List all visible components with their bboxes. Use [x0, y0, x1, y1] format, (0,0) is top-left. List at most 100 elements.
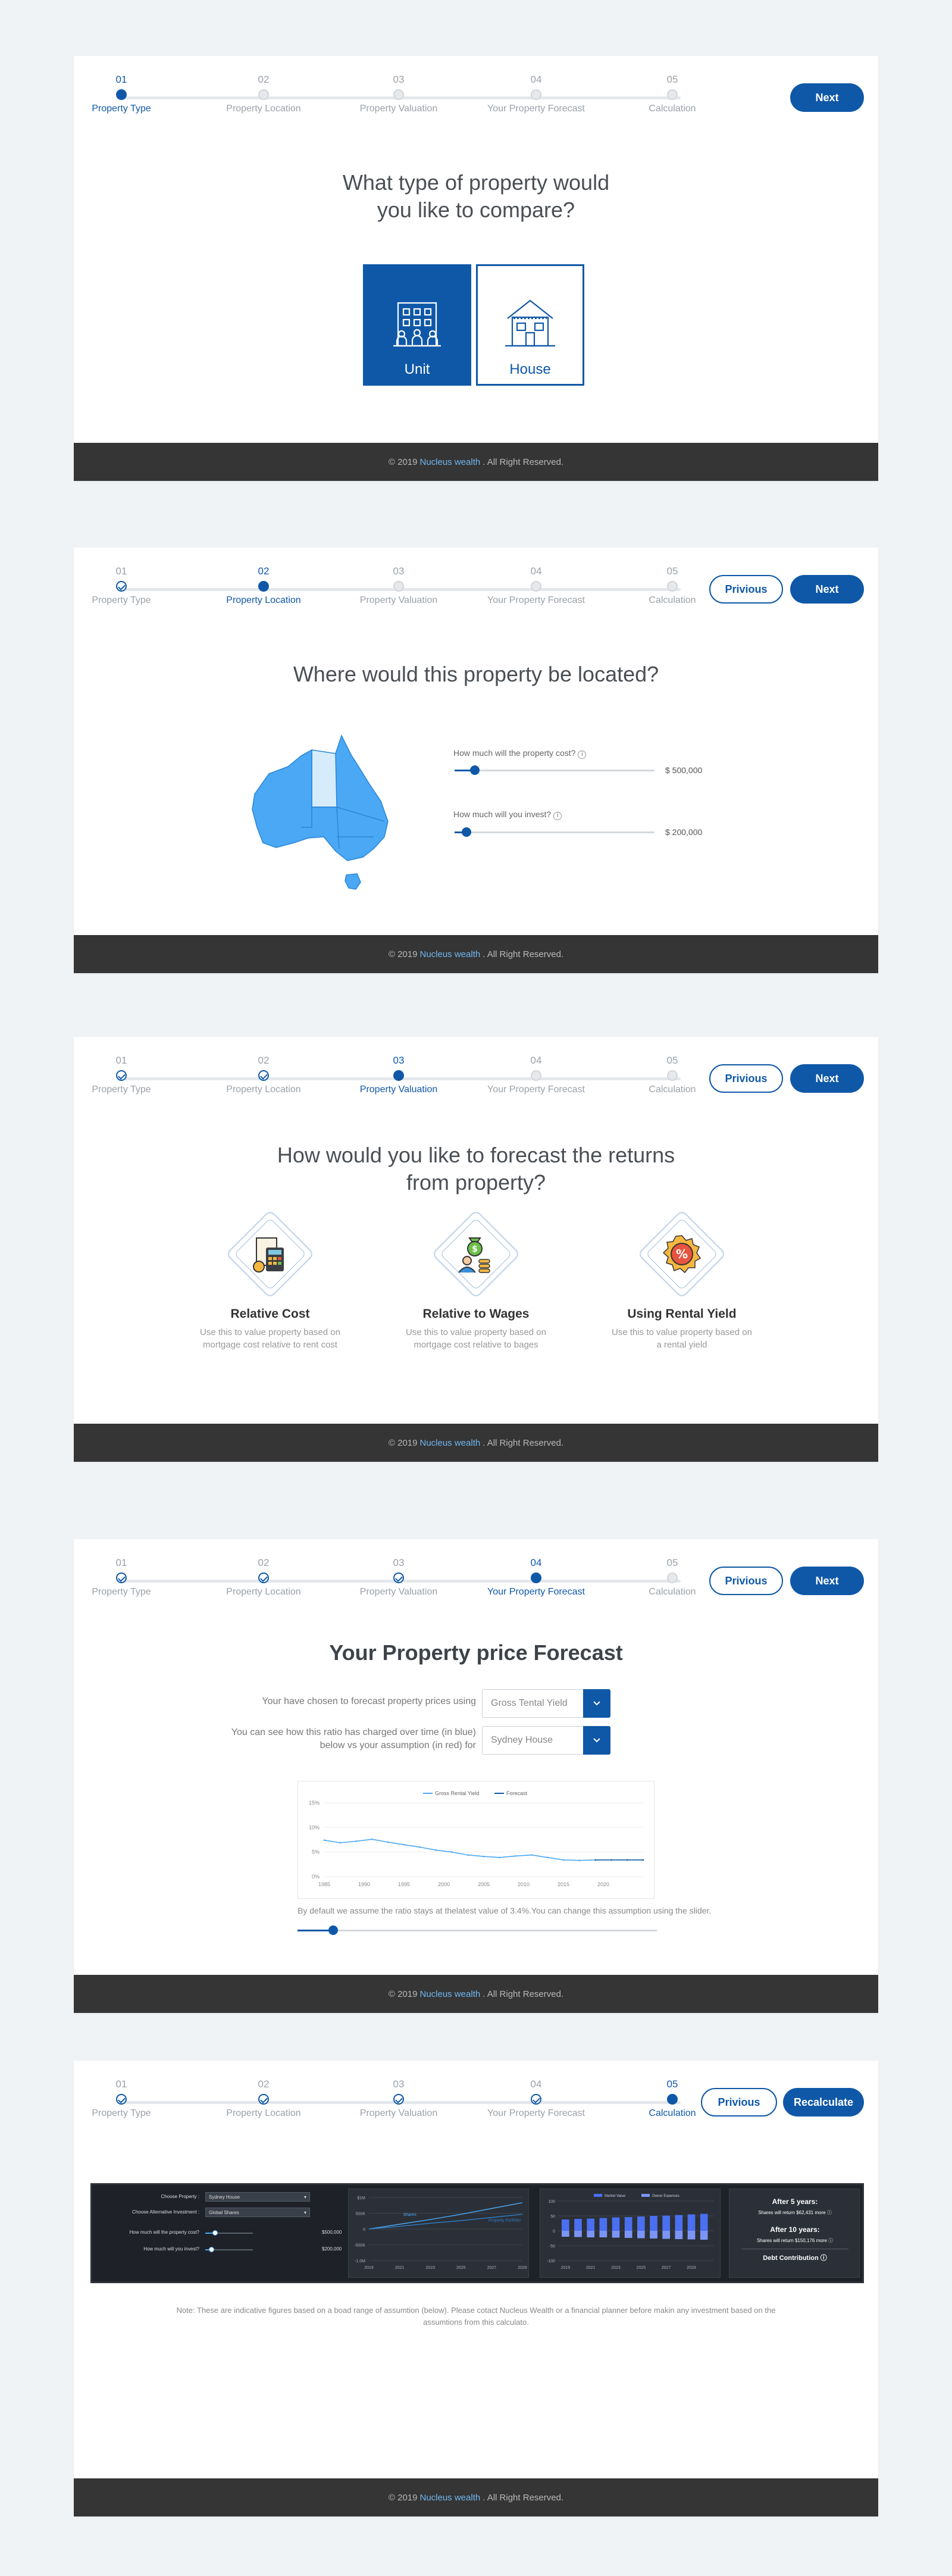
slider-handle[interactable]	[328, 1925, 339, 1935]
step-05[interactable]: 05 Calculation	[622, 1557, 723, 1598]
slider-handle[interactable]	[209, 2247, 214, 2252]
y-tick-label: 0	[363, 2228, 365, 2232]
bar	[599, 2218, 607, 2231]
australia-map-icon[interactable]	[246, 732, 407, 905]
calc-form-slider[interactable]	[205, 2230, 253, 2236]
step-01[interactable]: 01 Property Type	[71, 1557, 172, 1598]
step-03[interactable]: 03 Property Valuation	[348, 565, 449, 606]
bar	[675, 2215, 683, 2231]
next-button[interactable]: Next	[790, 1064, 864, 1093]
bar	[574, 2219, 582, 2231]
calc-form-slider[interactable]	[205, 2247, 253, 2252]
footer-brand-link[interactable]: Nucleus wealth	[419, 1989, 480, 1999]
step-01[interactable]: 01 Property Type	[71, 565, 172, 606]
data-point	[387, 1841, 389, 1843]
method-select[interactable]: Gross Tental Yield	[482, 1689, 610, 1718]
y-tick-label: -1.0M	[355, 2259, 365, 2264]
legend-swatch	[594, 2194, 602, 2197]
step-number: 03	[393, 565, 405, 577]
x-tick-label: 2025	[637, 2266, 646, 2270]
next-button[interactable]: Next	[790, 1567, 864, 1595]
bar	[612, 2231, 620, 2238]
forecast-option-rental-yield[interactable]: % Using Rental Yield Use this to value p…	[593, 1209, 771, 1351]
y-tick-label: 10%	[309, 1824, 320, 1830]
info-icon[interactable]: i	[553, 812, 562, 820]
footer-brand-link[interactable]: Nucleus wealth	[419, 1438, 480, 1448]
step-number: 05	[666, 1557, 678, 1568]
step-03[interactable]: 03 Property Valuation	[348, 1055, 449, 1095]
property-option-house[interactable]: House	[476, 264, 584, 386]
previous-button[interactable]: Privious	[709, 1567, 783, 1595]
step-02[interactable]: 02 Property Location	[213, 565, 314, 606]
info-icon[interactable]: ⓘ	[821, 2255, 827, 2262]
step-02[interactable]: 02 Property Location	[213, 2078, 314, 2119]
slider-handle[interactable]	[212, 2230, 218, 2236]
location-select[interactable]: Sydney House	[482, 1726, 610, 1755]
chevron-down-icon[interactable]	[583, 1689, 610, 1718]
data-point	[419, 1846, 421, 1848]
step-01[interactable]: 01 Property Type	[71, 1055, 172, 1095]
bar	[587, 2231, 595, 2237]
bar	[587, 2218, 595, 2231]
info-icon[interactable]: i	[578, 751, 587, 759]
bar	[650, 2216, 657, 2231]
previous-button[interactable]: Privious	[709, 1064, 783, 1093]
step-05[interactable]: 05 Calculation	[622, 565, 723, 606]
step-01[interactable]: 01 Property Type	[71, 2078, 172, 2119]
y-tick-label: 0	[553, 2230, 555, 2234]
investment-slider[interactable]	[455, 827, 654, 837]
step-label: Property Location	[226, 1587, 301, 1597]
debt-contribution-label[interactable]: Debt Contribution ⓘ	[729, 2253, 860, 2262]
calc-form-value: $500,000	[322, 2230, 342, 2235]
step-04[interactable]: 04 Your Property Forecast	[486, 2078, 587, 2119]
info-icon[interactable]: ⓘ	[828, 2238, 833, 2243]
bar	[700, 2214, 708, 2231]
forecast-option-relative-cost[interactable]: Relative Cost Use this to value property…	[181, 1209, 359, 1351]
calc-form-select[interactable]: Global Shares ▾	[205, 2208, 310, 2217]
slider-handle[interactable]	[469, 765, 480, 775]
next-button[interactable]: Next	[790, 575, 864, 604]
calc-form-select[interactable]: Sydney House ▾	[205, 2192, 310, 2202]
step-indicator	[393, 581, 404, 592]
step-03[interactable]: 03 Property Valuation	[348, 1557, 449, 1598]
previous-button[interactable]: Privious	[701, 2088, 777, 2117]
next-button[interactable]: Next	[790, 83, 864, 112]
slider-handle[interactable]	[462, 827, 472, 837]
step-05[interactable]: 05 Calculation	[622, 74, 723, 114]
property-cost-slider[interactable]	[455, 765, 654, 775]
legend-label: Gross Rental Yield	[435, 1790, 480, 1796]
property-option-unit[interactable]: Unit	[363, 264, 471, 386]
data-point	[483, 1855, 485, 1858]
chevron-down-icon[interactable]	[583, 1726, 610, 1755]
stepper: 01 Property Type 02 Property Location 03 Prop…	[74, 56, 878, 133]
step-04[interactable]: 04 Your Property Forecast	[486, 565, 587, 606]
previous-button[interactable]: Privious	[709, 575, 783, 604]
step-04[interactable]: 04 Your Property Forecast	[486, 1557, 587, 1598]
yield-assumption-slider[interactable]	[298, 1925, 657, 1935]
data-point	[626, 1859, 628, 1861]
info-icon[interactable]: ⓘ	[827, 2210, 832, 2215]
step-04[interactable]: 04 Your Property Forecast	[486, 1055, 587, 1095]
step-05[interactable]: 05 Calculation	[622, 1055, 723, 1095]
calc-form-value: $200,000	[322, 2246, 342, 2252]
step-02[interactable]: 02 Property Location	[213, 74, 314, 114]
step-number: 04	[530, 565, 542, 577]
step-indicator	[393, 2094, 404, 2105]
footer-brand-link[interactable]: Nucleus wealth	[419, 949, 480, 959]
step-04[interactable]: 04 Your Property Forecast	[486, 74, 587, 114]
step-label: Property Location	[226, 2108, 301, 2118]
forecast-option-relative-wages[interactable]: $ Relative to Wages Use this to value pr…	[387, 1209, 565, 1351]
bar	[700, 2231, 708, 2240]
footer-brand-link[interactable]: Nucleus wealth	[419, 457, 480, 467]
bar	[687, 2231, 696, 2240]
step-02[interactable]: 02 Property Location	[213, 1055, 314, 1095]
rental-yield-chart: 0% 5% 10% 15% 1985 1990 1995 2000 2005 2010 2015 20…	[309, 1790, 644, 1887]
step-03[interactable]: 03 Property Valuation	[348, 74, 449, 114]
step-03[interactable]: 03 Property Valuation	[348, 2078, 449, 2119]
recalculate-button[interactable]: Recalculate	[783, 2088, 864, 2117]
step-01[interactable]: 01 Property Type	[71, 74, 172, 114]
step-indicator	[531, 581, 541, 592]
footer-brand-link[interactable]: Nucleus wealth	[419, 2493, 480, 2503]
data-point	[355, 1840, 357, 1842]
step-02[interactable]: 02 Property Location	[213, 1557, 314, 1598]
